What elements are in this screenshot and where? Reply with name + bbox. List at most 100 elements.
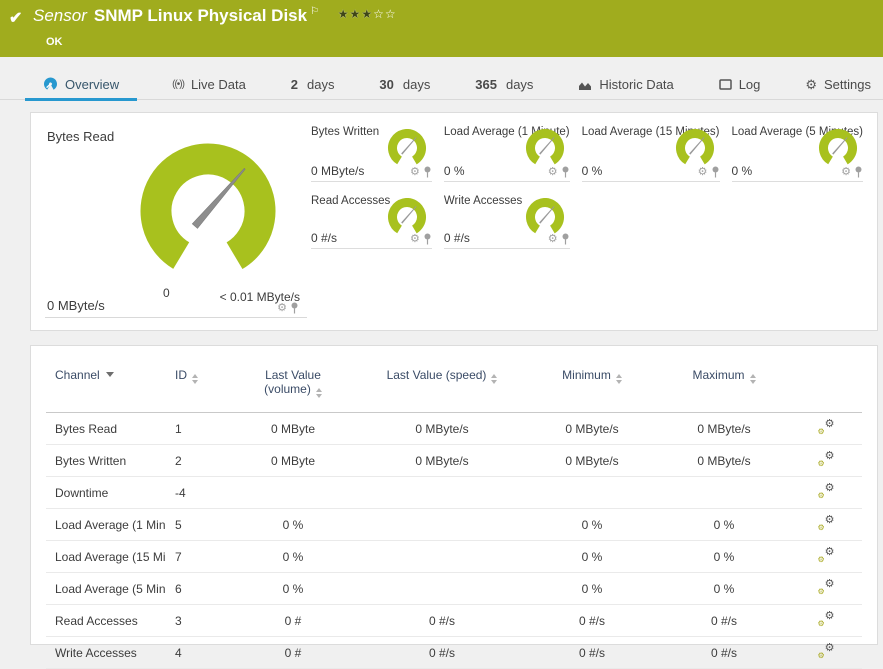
tab-label: days (307, 77, 335, 92)
channel-settings-gear-icon[interactable]: ⚙ (548, 233, 558, 245)
edit-channel-gears-icon[interactable]: ⚙ ⚙ (818, 514, 835, 532)
edit-channel-gears-icon[interactable]: ⚙ ⚙ (818, 610, 835, 628)
last-value-volume: 0 % (228, 540, 358, 573)
tab-365-days[interactable]: 365 days (465, 70, 543, 99)
primary-gauge-bytes-read: Bytes Read 0 < 0.01 MByte/s 0 MByte/s ⚙ (45, 121, 307, 318)
tab-live-data[interactable]: ((•)) Live Data (162, 70, 256, 99)
maximum: 0 % (658, 540, 790, 573)
pin-icon[interactable] (423, 233, 432, 245)
flag-icon[interactable]: ⚐ (310, 6, 319, 17)
priority-stars[interactable]: ★★★☆☆ (338, 7, 397, 21)
minimum: 0 #/s (526, 636, 658, 669)
tab-number: 30 (379, 77, 394, 92)
empty-cell (582, 182, 720, 249)
pin-icon[interactable] (290, 302, 299, 314)
gear-icon: ⚙ (805, 77, 817, 92)
gauge-value: 0 % (581, 164, 603, 178)
column-header-last-value-volume[interactable]: Last Value (volume) (228, 362, 358, 413)
gauge-value: 0 #/s (311, 231, 338, 245)
edit-channel-gears-icon[interactable]: ⚙ ⚙ (818, 642, 835, 660)
channel-id: -4 (166, 476, 228, 509)
broadcast-icon: ((•)) (172, 79, 185, 90)
minimum: 0 MByte/s (526, 444, 658, 477)
channel-name: Load Average (15 Mi... (46, 540, 166, 573)
pin-icon[interactable] (561, 166, 570, 178)
tab-2-days[interactable]: 2 days (281, 70, 345, 99)
edit-channel-gears-icon[interactable]: ⚙ ⚙ (818, 450, 835, 468)
tab-label: Overview (65, 77, 120, 92)
gauge-title: Bytes Read (47, 129, 115, 144)
table-row: Write Accesses 4 0 # 0 #/s 0 #/s 0 #/s ⚙… (46, 636, 862, 669)
pin-icon[interactable] (561, 233, 570, 245)
sort-desc-icon (105, 372, 114, 377)
last-value-speed: 0 MByte/s (358, 444, 526, 477)
status-check-icon: ✔ (9, 10, 23, 27)
tab-label: Log (738, 77, 761, 92)
channel-name: Load Average (1 Min... (46, 508, 166, 541)
sort-icon (615, 374, 622, 384)
stars-empty-icon: ☆☆ (373, 7, 397, 21)
pin-icon[interactable] (854, 166, 863, 178)
sort-icon (315, 388, 322, 398)
empty-cell (732, 182, 863, 249)
edit-channel-gears-icon[interactable]: ⚙ ⚙ (818, 482, 835, 500)
status-badge: OK (46, 36, 63, 48)
channel-id: 2 (166, 444, 228, 477)
channel-id: 4 (166, 636, 228, 669)
last-value-speed: 0 MByte/s (358, 412, 526, 445)
gauge-value: 0 MByte/s (47, 298, 105, 313)
edit-channel-gears-icon[interactable]: ⚙ ⚙ (818, 418, 835, 436)
gauge-dial (140, 143, 276, 279)
tab-30-days[interactable]: 30 days (369, 70, 440, 99)
sort-icon (749, 374, 756, 384)
channel-settings-gear-icon[interactable]: ⚙ (698, 166, 708, 178)
last-value-speed: 0 #/s (358, 636, 526, 669)
maximum: 0 MByte/s (658, 444, 790, 477)
last-value-volume: 0 MByte (228, 444, 358, 477)
channel-id: 1 (166, 412, 228, 445)
channel-settings-gear-icon[interactable]: ⚙ (277, 302, 287, 314)
column-header-maximum[interactable]: Maximum (658, 362, 790, 413)
minimum (526, 476, 658, 509)
edit-channel-gears-icon[interactable]: ⚙ ⚙ (818, 578, 835, 596)
gauge-read-accesses: Read Accesses 0 #/s ⚙ (311, 182, 432, 249)
tab-overview[interactable]: Overview (25, 70, 138, 101)
edit-channel-gears-icon[interactable]: ⚙ ⚙ (818, 546, 835, 564)
sensor-status-banner: ✔ Sensor SNMP Linux Physical Disk ⚐ ★★★☆☆ … (0, 0, 883, 57)
pin-icon[interactable] (711, 166, 720, 178)
gauge-value: 0 % (443, 164, 465, 178)
column-header-channel[interactable]: Channel (46, 362, 166, 413)
table-row: Downtime -4 ⚙ ⚙ (46, 476, 862, 509)
secondary-gauges-grid: Bytes Written 0 MByte/s ⚙ Load Average (… (311, 121, 863, 322)
channel-id: 6 (166, 572, 228, 605)
tab-bar: Overview ((•)) Live Data 2 days 30 days … (0, 70, 883, 101)
channel-settings-gear-icon[interactable]: ⚙ (841, 166, 851, 178)
gauge-value: 0 #/s (443, 231, 470, 245)
tab-log[interactable]: Log (709, 70, 771, 99)
gauge-icon (43, 77, 58, 92)
tab-label: Settings (823, 77, 871, 92)
column-header-id[interactable]: ID (166, 362, 228, 413)
stars-filled-icon: ★★★ (337, 7, 374, 21)
channel-settings-gear-icon[interactable]: ⚙ (410, 233, 420, 245)
sort-icon (491, 374, 498, 384)
last-value-volume: 0 # (228, 636, 358, 669)
minimum: 0 MByte/s (526, 412, 658, 445)
channel-name: Bytes Written (46, 444, 166, 477)
column-header-last-value-speed[interactable]: Last Value (speed) (358, 362, 526, 413)
channel-settings-gear-icon[interactable]: ⚙ (410, 166, 420, 178)
channels-table: Channel ID Last Value (volume) Last Valu… (46, 362, 862, 669)
tab-label: days (402, 77, 431, 92)
tab-historic-data[interactable]: Historic Data (568, 70, 683, 99)
tab-settings[interactable]: ⚙ Settings (795, 70, 881, 99)
channel-settings-gear-icon[interactable]: ⚙ (548, 166, 558, 178)
gauge-bytes-written: Bytes Written 0 MByte/s ⚙ (311, 121, 432, 182)
last-value-speed (358, 540, 526, 573)
minimum: 0 % (526, 540, 658, 573)
last-value-speed (358, 508, 526, 541)
channels-panel: Channel ID Last Value (volume) Last Valu… (30, 345, 878, 669)
pin-icon[interactable] (423, 166, 432, 178)
column-header-minimum[interactable]: Minimum (526, 362, 658, 413)
last-value-volume: 0 % (228, 572, 358, 605)
object-kind-label: Sensor (33, 6, 87, 25)
